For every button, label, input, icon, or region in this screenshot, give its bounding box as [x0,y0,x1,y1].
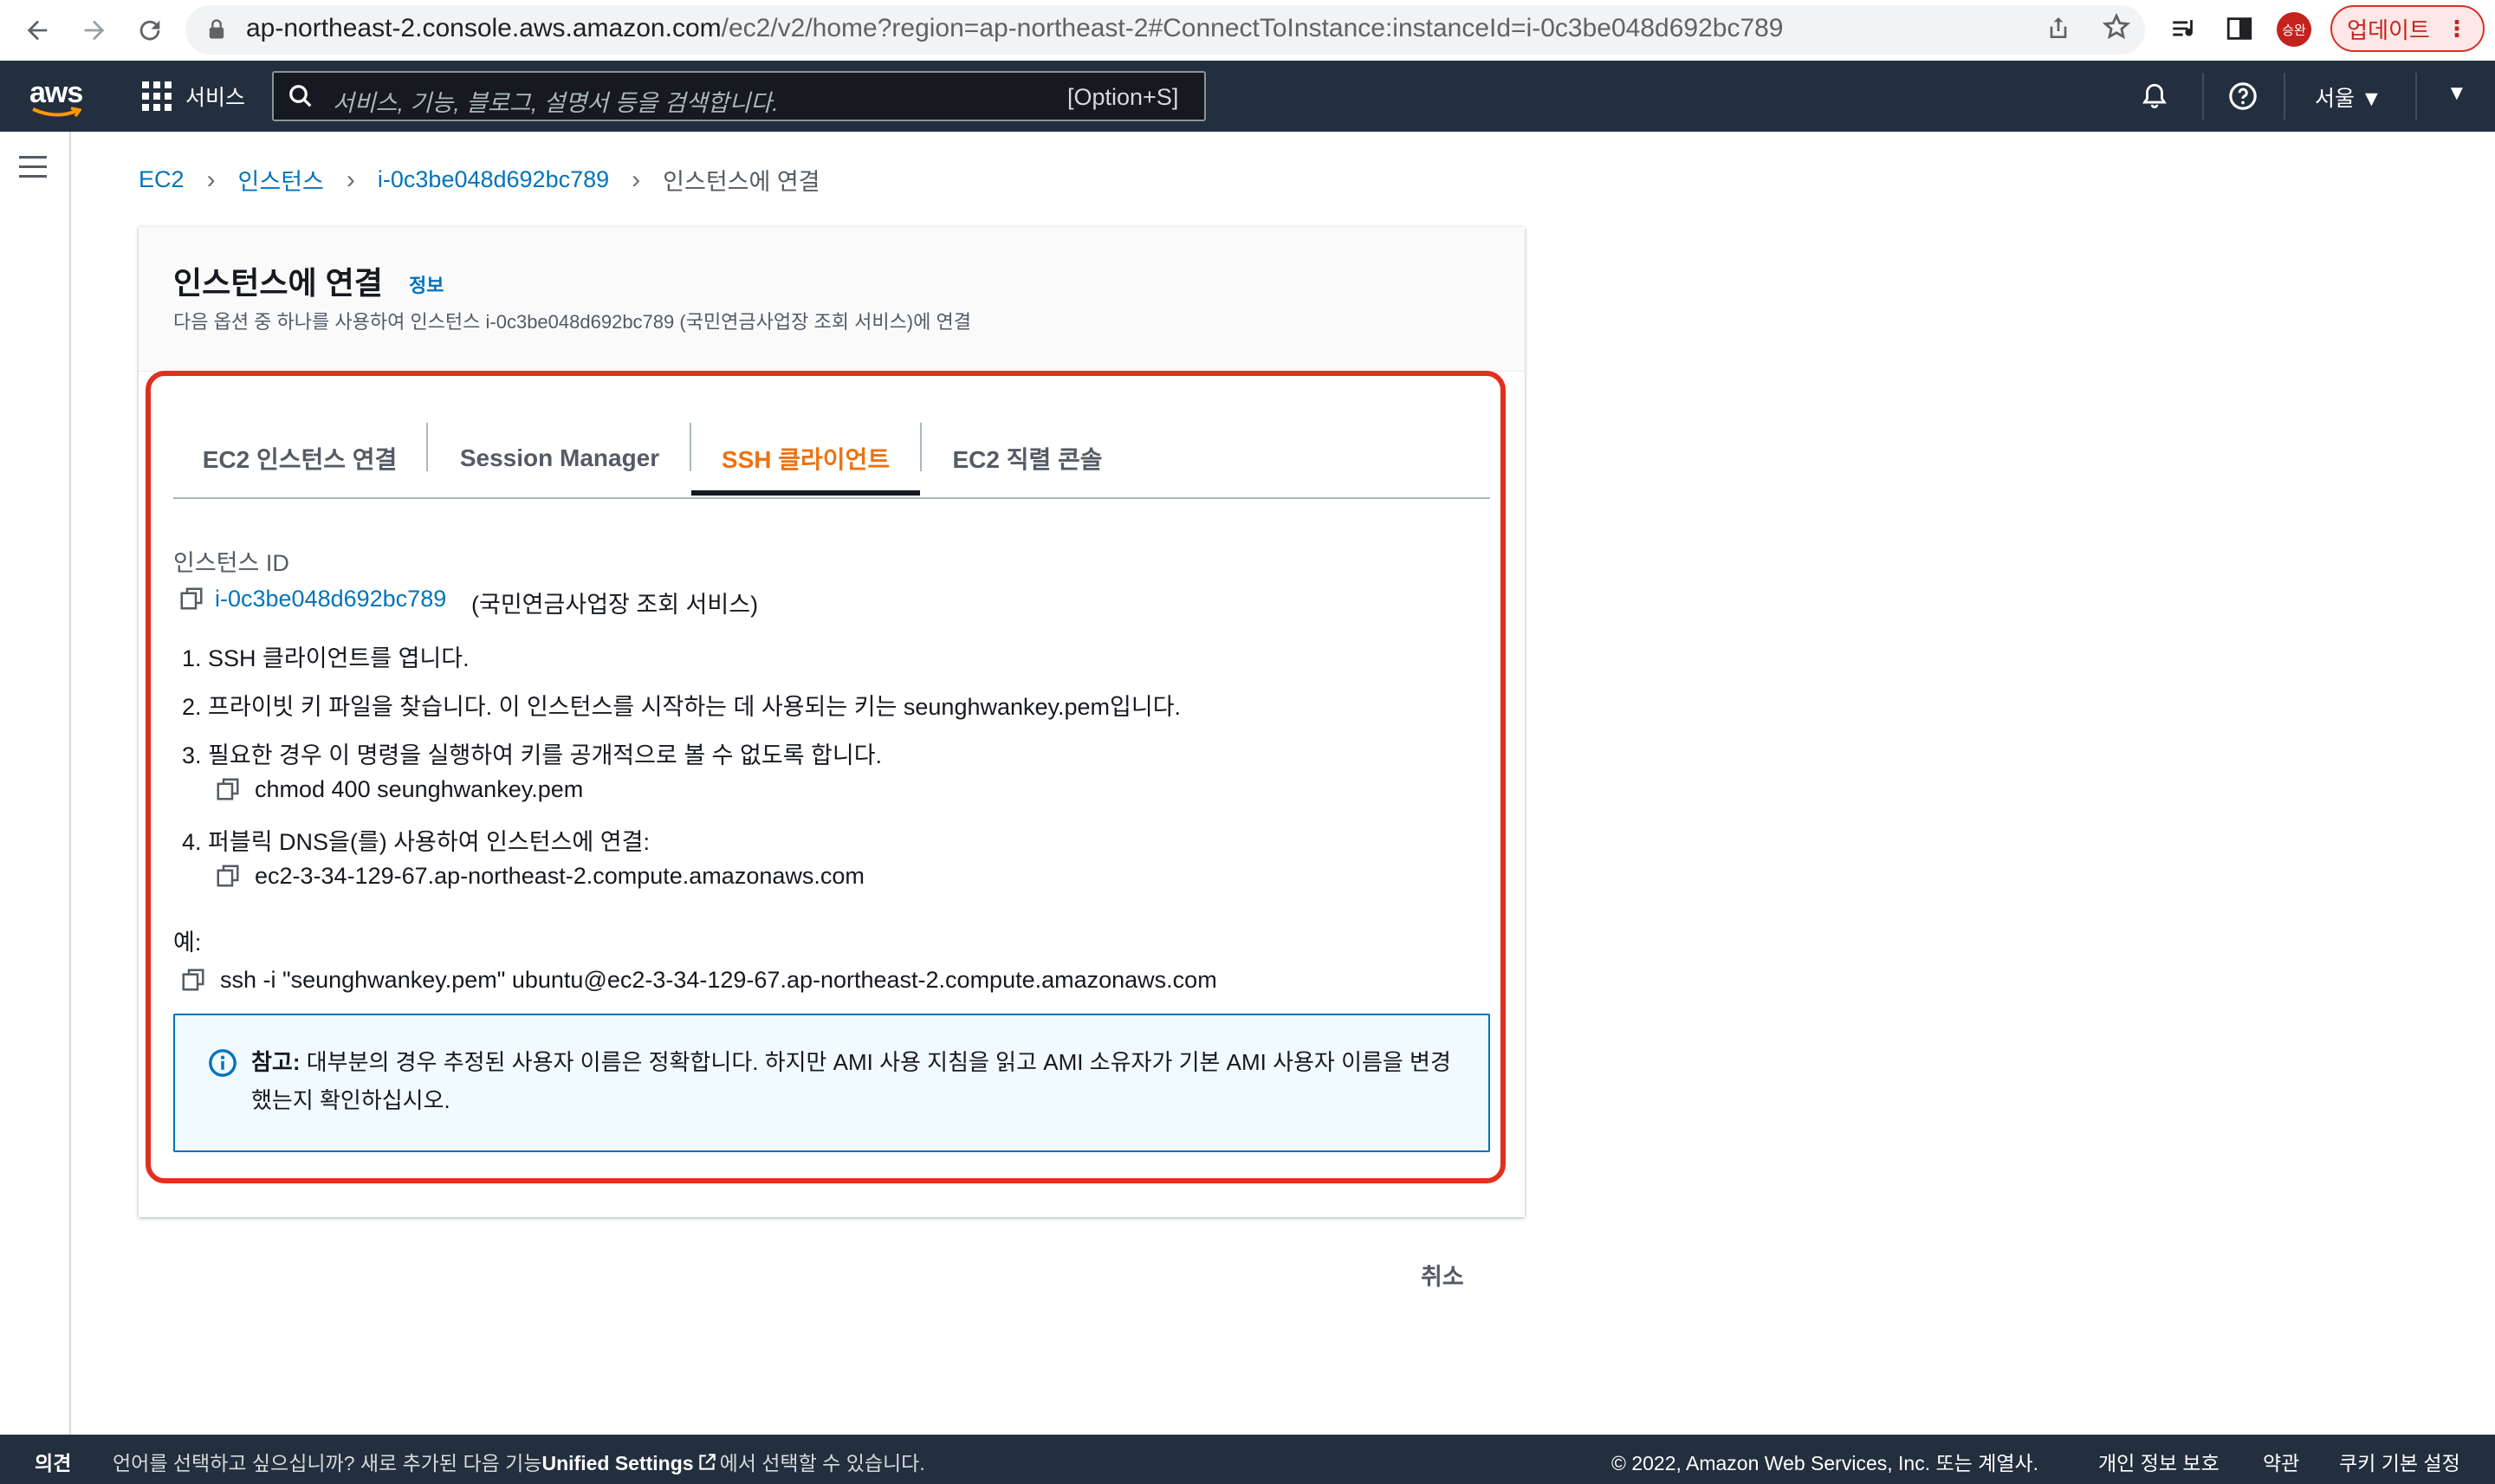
info-alert-text: 참고: 대부분의 경우 추정된 사용자 이름은 정확합니다. 하지만 AMI 사… [251,1043,1461,1119]
example-label: 예: [173,930,202,956]
language-suffix-text: 에서 선택할 수 있습니다. [719,1452,925,1474]
copy-icon[interactable] [215,776,241,802]
page-title: 인스턴스에 연결 [173,265,383,301]
breadcrumb-instances[interactable]: 인스턴스 [238,163,324,197]
active-tab-indicator [691,490,920,496]
breadcrumb: EC2 › 인스턴스 › i-0c3be048d692bc789 › 인스턴스에… [139,163,820,197]
copy-icon[interactable] [180,967,206,993]
reload-icon[interactable] [130,10,170,50]
search-placeholder: 서비스, 기능, 블로그, 설명서 등을 검색합니다. [333,90,779,116]
note-bold-label: 참고: [251,1049,301,1075]
reading-list-icon[interactable] [2169,14,2199,48]
tab-ec2-serial-console[interactable]: EC2 직렬 콘솔 [922,421,1133,496]
chevron-right-icon: › [206,165,216,194]
account-menu-caret[interactable]: ▼ [2446,81,2467,106]
copy-icon[interactable] [178,586,204,612]
language-prompt-text: 언어를 선택하고 싶으십니까? 새로 추가된 다음 기능 [113,1452,542,1474]
services-label: 서비스 [185,86,246,110]
search-shortcut-hint: [Option+S] [1067,84,1179,110]
copy-icon[interactable] [215,863,241,889]
menu-kebab-icon: ⋮ [2445,15,2468,42]
step-3: 3. 필요한 경우 이 명령을 실행하여 키를 공개적으로 볼 수 없도록 합니… [182,742,883,768]
url-host: ap-northeast-2.console.aws.amazon.com [246,14,722,42]
privacy-link[interactable]: 개인 정보 보호 [2098,1447,2220,1476]
services-grid-icon [142,81,172,111]
side-panel-icon[interactable] [2225,14,2254,48]
chmod-command: chmod 400 seunghwankey.pem [255,776,584,802]
panel-description: 다음 옵션 중 하나를 사용하여 인스턴스 i-0c3be048d692bc78… [173,311,971,333]
tab-session-manager[interactable]: Session Manager [428,421,691,496]
nav-divider [2284,73,2285,120]
language-prompt: 언어를 선택하고 싶으십니까? 새로 추가된 다음 기능Unified Sett… [113,1447,925,1479]
instance-id-link[interactable]: i-0c3be048d692bc789 [215,586,446,612]
external-link-icon [696,1451,718,1479]
site-info-icon[interactable] [204,17,229,46]
info-circle-icon [209,1049,237,1077]
instance-name: (국민연금사업장 조회 서비스) [471,592,759,618]
terms-link[interactable]: 약관 [2263,1447,2299,1476]
notifications-bell-icon[interactable] [2140,81,2169,115]
services-menu-button[interactable]: 서비스 [142,76,245,116]
search-icon [288,83,314,113]
side-navigation [0,132,71,1435]
public-dns: ec2-3-34-129-67.ap-northeast-2.compute.a… [255,863,865,889]
url-text[interactable]: ap-northeast-2.console.aws.amazon.com/ec… [246,14,1784,43]
copyright: © 2022, Amazon Web Services, Inc. 또는 계열사… [1611,1452,2039,1474]
breadcrumb-ec2[interactable]: EC2 [139,166,185,193]
region-selector[interactable]: 서울 ▼ [2315,81,2382,113]
breadcrumb-instance-id[interactable]: i-0c3be048d692bc789 [378,166,609,193]
chevron-right-icon: › [632,165,641,194]
share-icon[interactable] [2045,14,2072,46]
hamburger-menu-icon[interactable] [19,156,47,185]
step-1: 1. SSH 클라이언트를 엽니다. [182,645,470,671]
url-path: /ec2/v2/home?region=ap-northeast-2#Conne… [721,14,1784,42]
aws-smile-logo [32,107,81,118]
example-ssh-command: ssh -i "seunghwankey.pem" ubuntu@ec2-3-3… [220,967,1217,993]
tab-ssh-client[interactable]: SSH 클라이언트 [691,421,920,496]
bookmark-star-icon[interactable] [2102,12,2131,46]
feedback-link[interactable]: 의견 [35,1447,71,1476]
forward-icon[interactable] [75,10,114,50]
tab-ec2-instance-connect[interactable]: EC2 인스턴스 연결 [173,421,426,496]
chevron-right-icon: › [346,165,355,194]
back-icon[interactable] [17,10,57,50]
unified-settings-link[interactable]: Unified Settings [542,1452,694,1474]
note-body: 대부분의 경우 추정된 사용자 이름은 정확합니다. 하지만 AMI 사용 지침… [251,1049,1451,1113]
nav-divider [2202,73,2204,120]
instance-id-label: 인스턴스 ID [173,550,289,576]
cookie-preferences-link[interactable]: 쿠키 기본 설정 [2339,1447,2460,1476]
nav-divider [2415,73,2417,120]
update-label: 업데이트 [2347,16,2430,43]
help-icon[interactable] [2228,81,2258,115]
cancel-button[interactable]: 취소 [1421,1258,1464,1292]
breadcrumb-current: 인스턴스에 연결 [663,169,820,195]
step-2: 2. 프라이빗 키 파일을 찾습니다. 이 인스턴스를 시작하는 데 사용되는 … [182,694,1182,720]
step-4: 4. 퍼블릭 DNS을(를) 사용하여 인스턴스에 연결: [182,829,650,855]
update-button[interactable]: 업데이트 ⋮ [2330,5,2485,52]
info-link[interactable]: 정보 [409,270,444,298]
profile-avatar[interactable]: 승완 [2277,12,2311,47]
